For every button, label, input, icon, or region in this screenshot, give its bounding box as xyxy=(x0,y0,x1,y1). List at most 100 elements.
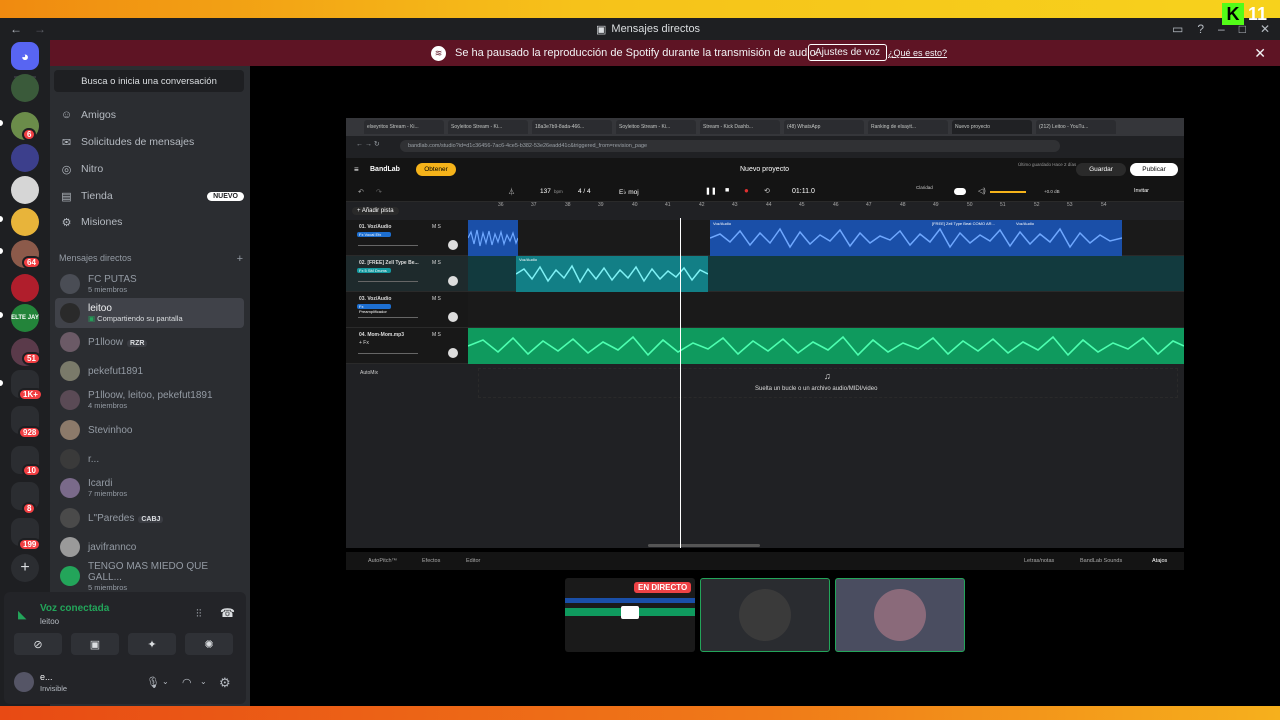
dm-item[interactable]: javifrannco xyxy=(55,532,244,562)
reload-icon[interactable]: ← → ↻ xyxy=(356,140,380,148)
track-header[interactable]: 02. [FREE] Zell Type Be... Fx 5 SM Drums… xyxy=(346,256,468,292)
obtener-button[interactable]: Obtener xyxy=(416,163,456,176)
track-lane[interactable]: Voz/Audio [FREE] Zell Type Beat COMO AR.… xyxy=(468,220,1184,256)
headphones-icon[interactable]: ◠ xyxy=(182,676,192,689)
url-field[interactable]: bandlab.com/studio?id=d1c36456-7ac6-4ce5… xyxy=(400,140,1060,152)
user-avatar[interactable] xyxy=(14,672,34,692)
soundboard-button[interactable]: ✺ xyxy=(185,633,233,655)
dm-item[interactable]: r... xyxy=(55,444,244,474)
help-icon[interactable]: ? xyxy=(1197,22,1204,36)
nav-item-requests[interactable]: ✉ Solicitudes de mensajes xyxy=(60,131,244,153)
server-icon-7[interactable] xyxy=(11,274,39,302)
track-lane[interactable] xyxy=(468,292,1184,328)
volume-icon[interactable]: ◁) xyxy=(978,187,986,195)
server-icon-4[interactable] xyxy=(11,176,39,204)
pan-knob[interactable] xyxy=(448,240,458,250)
master-volume-slider[interactable] xyxy=(990,191,1026,193)
stop-icon[interactable]: ■ xyxy=(725,187,729,194)
clarity-toggle[interactable] xyxy=(954,188,966,195)
add-server-icon[interactable]: + xyxy=(11,554,39,582)
nav-item-nitro[interactable]: ◎ Nitro xyxy=(60,158,244,180)
nav-item-shop[interactable]: ▤ Tienda NUEVO xyxy=(60,185,244,207)
mute-solo[interactable]: M S xyxy=(432,332,441,338)
chevron-down-icon[interactable]: ⌄ xyxy=(162,677,169,686)
browser-tab[interactable]: Soyleitoo Stream - Ki... xyxy=(448,120,528,134)
effects-button[interactable]: Efectos xyxy=(422,558,440,564)
timeline-ruler[interactable]: 36 37 38 39 40 41 42 43 44 45 46 47 48 4… xyxy=(468,202,1184,212)
track-volume-slider[interactable] xyxy=(358,353,418,354)
lyrics-button[interactable]: Letras/notas xyxy=(1024,558,1054,564)
microphone-icon[interactable]: 🎙 xyxy=(146,676,160,689)
dm-item[interactable]: pekefut1891 xyxy=(55,356,244,386)
dm-item[interactable]: P1lloow RZR xyxy=(55,327,244,357)
track-fx-chip[interactable]: + Fx xyxy=(359,340,369,346)
track-fx-chip[interactable]: Fx Preamplificador xyxy=(357,304,391,314)
server-icon-8[interactable]: ELTE JAY xyxy=(11,304,39,332)
invite-button[interactable]: Invitar xyxy=(1134,188,1149,194)
add-dm-button[interactable]: + xyxy=(237,253,243,265)
dm-item[interactable]: TENGO MAS MIEDO QUE GALL... 5 miembros xyxy=(55,561,244,592)
track-fx-chip[interactable]: Fx 5 SM Drums xyxy=(357,268,391,273)
bandlab-sounds-button[interactable]: BandLab Sounds xyxy=(1080,558,1122,564)
browser-tab[interactable]: Ranking de elsayit... xyxy=(868,120,948,134)
disconnect-icon[interactable]: ☎ xyxy=(220,606,235,620)
share-screen-button[interactable]: ▣ xyxy=(71,633,119,655)
track-lane[interactable]: Voz/Audio xyxy=(468,256,1184,292)
audio-clip[interactable] xyxy=(468,220,518,256)
search-input[interactable]: Busca o inicia una conversación xyxy=(54,70,244,92)
shared-screen-browser[interactable]: elseyritos Stream - Ki... Soyleitoo Stre… xyxy=(346,118,1184,548)
record-icon[interactable]: ● xyxy=(744,186,749,195)
server-icon-5[interactable] xyxy=(11,208,39,236)
bpm-value[interactable]: 137 xyxy=(540,188,551,195)
mute-solo[interactable]: M S xyxy=(432,296,441,302)
track-header[interactable]: 03. Voz/Audio Fx Preamplificador M S xyxy=(346,292,468,328)
pan-knob[interactable] xyxy=(448,348,458,358)
browser-tab[interactable]: (48) WhatsApp xyxy=(784,120,864,134)
browser-tab[interactable]: elseyritos Stream - Ki... xyxy=(364,120,444,134)
editor-button[interactable]: Editor xyxy=(466,558,480,564)
participant-tile[interactable] xyxy=(700,578,830,652)
track-header[interactable]: 01. Voz/Audio Fx Vocal Efx M S xyxy=(346,220,468,256)
server-icon-1[interactable] xyxy=(11,74,39,102)
dm-item[interactable]: Icardi 7 miembros xyxy=(55,473,244,503)
add-track-button[interactable]: + Añadir pista xyxy=(352,207,399,215)
nav-item-friends[interactable]: ☺ Amigos xyxy=(60,104,244,126)
browser-tab[interactable]: 18a3e7b9-8ada-466... xyxy=(532,120,612,134)
dm-item[interactable]: P1lloow, leitoo, pekefut1891 4 miembros xyxy=(55,385,244,415)
publish-button[interactable]: Publicar xyxy=(1130,163,1178,176)
track-header[interactable]: 04. Mom-Mom.mp3 + Fx M S xyxy=(346,328,468,364)
settings-gear-icon[interactable]: ⚙ xyxy=(219,675,231,691)
key-selector[interactable]: E♭ moj xyxy=(619,188,639,196)
participant-tile[interactable] xyxy=(835,578,965,652)
back-arrow-icon[interactable]: ← xyxy=(10,22,22,36)
voice-status[interactable]: Voz conectada xyxy=(40,603,109,614)
pan-knob[interactable] xyxy=(448,312,458,322)
playhead[interactable] xyxy=(680,218,681,548)
track-lane[interactable] xyxy=(468,328,1184,364)
pause-icon[interactable]: ❚❚ xyxy=(705,187,717,195)
menu-icon[interactable]: ≡ xyxy=(354,165,359,174)
dm-item[interactable]: L"Paredes CABJ xyxy=(55,503,244,533)
track-volume-slider[interactable] xyxy=(358,281,418,282)
track-volume-slider[interactable] xyxy=(358,317,418,318)
browser-tab[interactable]: Soyleitoo Stream - Ki... xyxy=(616,120,696,134)
audio-clip[interactable] xyxy=(468,328,1184,364)
activities-button[interactable]: ✦ xyxy=(128,633,176,655)
discord-home-icon[interactable]: ◕ xyxy=(11,42,39,70)
dm-item[interactable]: FC PUTAS 5 miembros xyxy=(55,269,244,299)
chevron-down-icon[interactable]: ⌄ xyxy=(200,677,207,686)
dm-item[interactable]: Stevinhoo xyxy=(55,415,244,445)
loop-icon[interactable]: ⟲ xyxy=(764,187,770,195)
nav-item-quests[interactable]: ⚙ Misiones xyxy=(60,211,244,233)
mute-solo[interactable]: M S xyxy=(432,260,441,266)
audio-clip[interactable]: Voz/Audio [FREE] Zell Type Beat COMO AR.… xyxy=(710,220,1122,256)
browser-tab[interactable]: (212) Leitoo - YouTu... xyxy=(1036,120,1116,134)
drop-zone[interactable]: ♫ Suelta un bucle o un archivo audio/MID… xyxy=(478,368,1178,398)
track-fx-chip[interactable]: Fx Vocal Efx xyxy=(357,232,391,237)
forward-arrow-icon[interactable]: → xyxy=(34,22,46,36)
browser-tab-active[interactable]: Nuevo proyecto xyxy=(952,120,1032,134)
server-icon-3[interactable] xyxy=(11,144,39,172)
shortcuts-button[interactable]: Atajos xyxy=(1152,558,1167,564)
mute-solo[interactable]: M S xyxy=(432,224,441,230)
track-volume-slider[interactable] xyxy=(358,245,418,246)
